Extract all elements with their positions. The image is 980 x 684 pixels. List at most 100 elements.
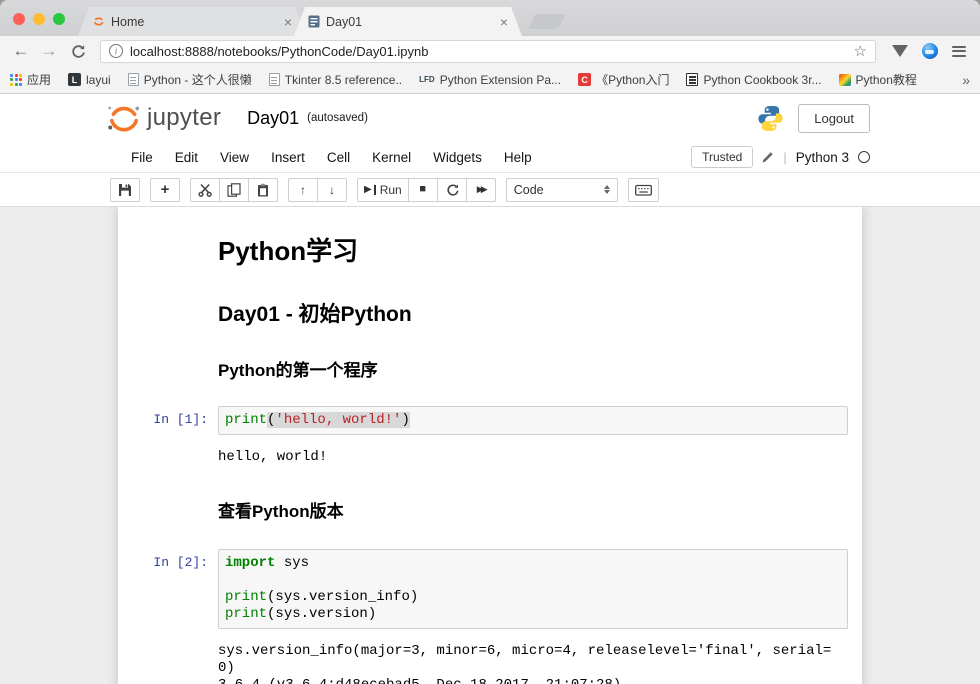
jupyter-wordmark: jupyter [147, 104, 221, 132]
cell-type-dropdown[interactable]: Code [506, 178, 618, 202]
window-minimize-button[interactable] [33, 13, 45, 25]
bookmark-python-intro[interactable]: C 《Python入门 [578, 71, 669, 88]
feather-icon [839, 74, 851, 86]
code-input[interactable]: print('hello, world!') [218, 406, 848, 435]
bookmark-layui[interactable]: L layui [68, 73, 111, 87]
stop-icon: ■ [419, 184, 426, 195]
forward-button[interactable]: → [36, 39, 62, 63]
extension-triangle-icon[interactable] [892, 45, 908, 57]
extension-blue-icon[interactable] [922, 43, 938, 59]
window-close-button[interactable] [13, 13, 25, 25]
code-cell-2[interactable]: In [2]: import sys print(sys.version_inf… [118, 544, 862, 634]
window-zoom-button[interactable] [53, 13, 65, 25]
lfd-icon: LFD [419, 75, 435, 84]
play-icon: ▶ [364, 185, 372, 195]
add-cell-button[interactable]: + [150, 178, 180, 202]
subsection-title: 查看Python版本 [218, 497, 848, 522]
output-area-1: hello, world! [118, 440, 862, 475]
notebook-panel: Python学习 Day01 - 初始Python Python的第一个程序 I… [0, 207, 980, 684]
site-info-icon[interactable]: i [109, 44, 123, 58]
code-input[interactable]: import sys print(sys.version_info) print… [218, 549, 848, 629]
move-cell-up-button[interactable]: ↑ [288, 178, 318, 202]
notebook-title[interactable]: Day01 [247, 108, 299, 129]
tab-day01[interactable]: Day01 × [294, 7, 522, 36]
edit-mode-pencil-icon [762, 151, 774, 163]
restart-run-all-button[interactable]: ▶▶ [466, 178, 496, 202]
move-cell-down-button[interactable]: ↓ [317, 178, 347, 202]
section-title: Day01 - 初始Python [218, 298, 848, 328]
menu-file[interactable]: File [120, 145, 164, 170]
menu-widgets[interactable]: Widgets [422, 145, 493, 170]
clipboard-icon [256, 183, 270, 197]
markdown-cell-h3a[interactable]: Python的第一个程序 [118, 334, 862, 387]
output-text: hello, world! [218, 444, 844, 471]
reload-button[interactable] [64, 39, 90, 63]
tab-close-icon[interactable]: × [500, 15, 508, 29]
bookmark-apps[interactable]: 应用 [10, 71, 51, 88]
tab-title: Day01 [326, 15, 494, 29]
separator: | [783, 150, 786, 165]
address-bar[interactable]: i localhost:8888/notebooks/PythonCode/Da… [100, 40, 876, 63]
paste-cell-button[interactable] [248, 178, 278, 202]
jupyter-favicon [92, 15, 105, 28]
menu-insert[interactable]: Insert [260, 145, 316, 170]
notebook-container: Python学习 Day01 - 初始Python Python的第一个程序 I… [118, 207, 862, 684]
jupyter-logo-icon [106, 102, 142, 134]
bookmarks-overflow-chevron[interactable]: » [962, 72, 970, 88]
browser-toolbar: ← → i localhost:8888/notebooks/PythonCod… [0, 36, 980, 66]
code-cell-1[interactable]: In [1]: print('hello, world!') [118, 401, 862, 440]
restart-icon [445, 183, 459, 197]
output-prompt [118, 444, 218, 471]
output-prompt [118, 638, 218, 684]
url-text[interactable]: localhost:8888/notebooks/PythonCode/Day0… [130, 44, 847, 59]
back-button[interactable]: ← [8, 39, 34, 63]
menu-edit[interactable]: Edit [164, 145, 209, 170]
markdown-cell-h3b[interactable]: 查看Python版本 [118, 475, 862, 528]
select-arrows-icon [604, 185, 610, 194]
kernel-status-icon [858, 151, 870, 163]
copy-icon [227, 183, 241, 197]
keyboard-icon [635, 183, 652, 197]
trusted-button[interactable]: Trusted [691, 146, 753, 168]
cut-cell-button[interactable] [190, 178, 220, 202]
tab-home[interactable]: Home × [78, 7, 306, 36]
new-tab-button[interactable] [528, 14, 565, 29]
interrupt-kernel-button[interactable]: ■ [408, 178, 438, 202]
notebook-menubar: File Edit View Insert Cell Kernel Widget… [0, 142, 980, 173]
jupyter-header: jupyter Day01 (autosaved) Logout [0, 94, 980, 142]
bookmark-python-tutorial[interactable]: Python教程 [839, 71, 917, 88]
jupyter-logo[interactable]: jupyter [106, 102, 221, 134]
bookmark-tkinter-reference[interactable]: Tkinter 8.5 reference.. [269, 73, 402, 87]
menu-cell[interactable]: Cell [316, 145, 361, 170]
menu-kernel[interactable]: Kernel [361, 145, 422, 170]
bookmark-python-blog[interactable]: Python - 这个人很懒 [128, 71, 252, 88]
menu-view[interactable]: View [209, 145, 260, 170]
tab-strip: Home × Day01 × [0, 0, 980, 36]
bookmark-star-icon[interactable]: ☆ [854, 42, 867, 60]
browser-menu-button[interactable] [946, 39, 972, 63]
restart-kernel-button[interactable] [437, 178, 467, 202]
bookmarks-bar: 应用 L layui Python - 这个人很懒 Tkinter 8.5 re… [0, 66, 980, 94]
command-palette-button[interactable] [628, 178, 659, 202]
bookmark-python-cookbook[interactable]: Python Cookbook 3r... [686, 73, 821, 87]
page-icon [128, 73, 139, 86]
page-title: Python学习 [218, 231, 848, 268]
fast-forward-icon: ▶▶ [477, 185, 485, 194]
output-area-2: sys.version_info(major=3, minor=6, micro… [118, 634, 862, 684]
tab-close-icon[interactable]: × [284, 15, 292, 29]
markdown-cell-h2[interactable]: Day01 - 初始Python [118, 274, 862, 334]
save-button[interactable] [110, 178, 140, 202]
input-prompt: In [2]: [118, 549, 218, 629]
menu-help[interactable]: Help [493, 145, 543, 170]
traffic-lights [13, 13, 65, 25]
notebook-toolbar: + ↑ ↓ ▶ Run [0, 173, 980, 207]
output-text: sys.version_info(major=3, minor=6, micro… [218, 638, 844, 684]
logout-button[interactable]: Logout [798, 104, 870, 133]
autosave-status: (autosaved) [307, 112, 368, 124]
floppy-icon [118, 183, 132, 197]
book-icon [686, 73, 698, 86]
run-cell-button[interactable]: ▶ Run [357, 178, 409, 202]
bookmark-python-extension[interactable]: LFD Python Extension Pa... [419, 73, 561, 87]
copy-cell-button[interactable] [219, 178, 249, 202]
markdown-cell-h1[interactable]: Python学习 [118, 217, 862, 274]
